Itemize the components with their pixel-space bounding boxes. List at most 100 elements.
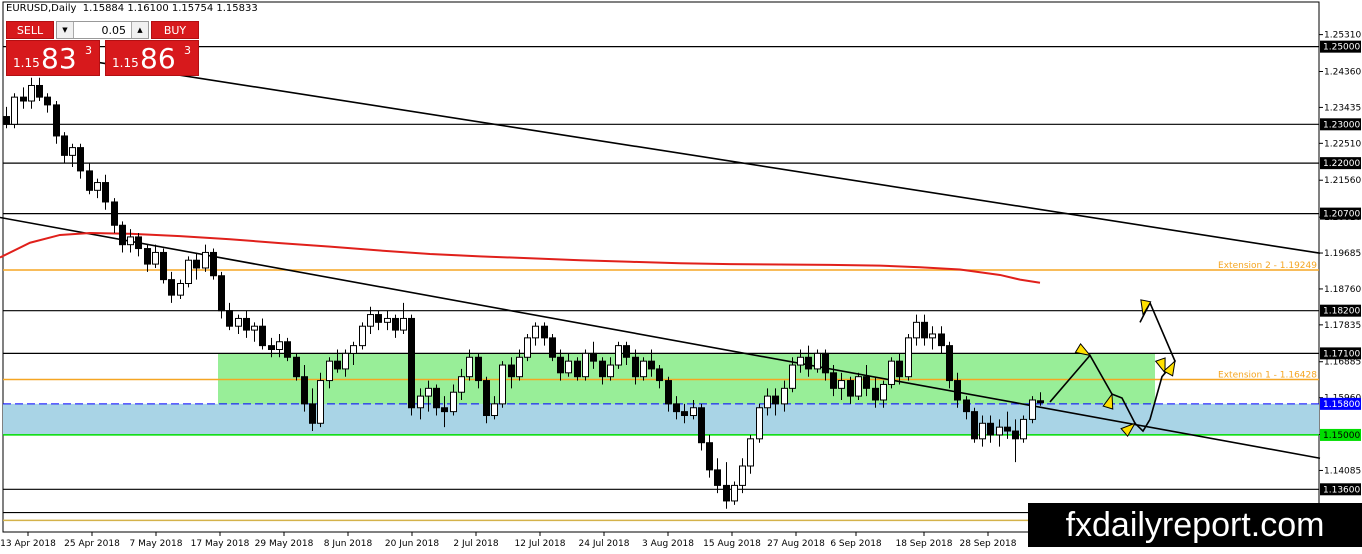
candle-body <box>475 356 482 382</box>
candle-body <box>202 251 209 269</box>
time-tick-label: 15 Aug 2018 <box>703 539 761 549</box>
candle-body <box>1012 430 1019 440</box>
candle-body <box>590 352 597 362</box>
candle-body <box>896 360 903 378</box>
candle-body <box>28 84 35 102</box>
candle-body <box>218 275 225 312</box>
candle-body <box>905 337 912 378</box>
candle-body <box>193 259 200 269</box>
candle-body <box>342 352 349 370</box>
candle-body <box>946 345 953 382</box>
candle-body <box>160 251 167 281</box>
candle-body <box>417 395 424 409</box>
candle-body <box>838 380 845 389</box>
candle-body <box>36 84 43 98</box>
candle-body <box>441 407 448 413</box>
candle-body <box>822 352 829 374</box>
plot-frame <box>2 1 1320 533</box>
price-axis: 1.253101.243601.234351.225101.215601.206… <box>1319 31 1361 519</box>
candle-body <box>284 341 291 358</box>
candle-body <box>135 236 142 250</box>
candle-body <box>888 360 895 385</box>
time-tick-label: 2 Jul 2018 <box>453 539 498 549</box>
time-tick-label: 24 Jul 2018 <box>579 539 630 549</box>
time-tick-label: 7 May 2018 <box>130 539 183 549</box>
candle-body <box>632 356 639 378</box>
candle-body <box>863 376 870 389</box>
candle-body <box>797 356 804 366</box>
candle-body <box>69 147 76 156</box>
candle-body <box>739 465 746 486</box>
candle-body <box>111 201 118 226</box>
candle-body <box>987 422 994 436</box>
candle-body <box>127 236 134 246</box>
watermark: fxdailyreport.com <box>1028 503 1362 547</box>
time-tick-label: 29 May 2018 <box>255 539 314 549</box>
candle-body <box>317 380 324 424</box>
price-tag-label: 1.17100 <box>1323 349 1360 359</box>
candle-body <box>714 469 721 486</box>
extension-label: Extension 2 - 1.19249 <box>1218 261 1317 271</box>
sell-quote[interactable]: 1.15 83 3 <box>6 40 100 76</box>
buy-button[interactable]: BUY <box>151 21 199 39</box>
lot-decrease-icon[interactable]: ▼ <box>57 22 74 38</box>
candle-body <box>499 364 506 405</box>
candle-body <box>673 403 680 413</box>
candle-body <box>665 380 672 405</box>
candle-body <box>847 380 854 397</box>
lot-increase-icon[interactable]: ▲ <box>131 22 148 38</box>
candle-body <box>913 321 920 339</box>
symbol-label: EURUSD,Daily <box>6 3 77 14</box>
candle-body <box>44 96 51 106</box>
candle-body <box>872 387 879 401</box>
candle-body <box>880 383 887 401</box>
price-tag-label: 1.23000 <box>1323 120 1360 130</box>
buy-quote[interactable]: 1.15 86 3 <box>105 40 199 76</box>
candle-body <box>855 376 862 397</box>
time-tick-label: 27 Aug 2018 <box>767 539 825 549</box>
candle-body <box>400 317 407 331</box>
candle-body <box>648 360 655 370</box>
candle-body <box>1004 426 1011 432</box>
time-tick-label: 17 May 2018 <box>191 539 250 549</box>
candle-body <box>425 387 432 397</box>
buy-price-main: 86 <box>140 42 176 75</box>
one-click-trading-panel: SELL ▼ ▲ BUY 1.15 83 3 1.15 86 3 <box>6 21 199 76</box>
candle-body <box>350 345 357 354</box>
candle-body <box>53 104 60 137</box>
candle-body <box>996 426 1003 436</box>
candle-body <box>805 356 812 370</box>
time-tick-label: 28 Sep 2018 <box>959 539 1016 549</box>
sell-price-pip: 3 <box>85 44 92 57</box>
price-chart[interactable]: Extension 2 - 1.19249 Extension 1 - 1.164… <box>0 0 1362 554</box>
time-axis: 13 Apr 2018 25 Apr 2018 7 May 2018 17 May 2… <box>0 532 1017 549</box>
lot-size-input[interactable] <box>75 22 130 38</box>
candle-body <box>359 325 366 347</box>
candle-body <box>963 399 970 413</box>
candle-body <box>516 356 523 378</box>
candle-body <box>152 251 159 265</box>
price-tick-label: 1.21560 <box>1324 176 1361 186</box>
candle-body <box>11 96 18 125</box>
candle-body <box>301 376 308 405</box>
price-tag-label: 1.20700 <box>1323 210 1360 220</box>
candle-body <box>226 310 233 327</box>
candle-body <box>433 387 440 409</box>
candle-body <box>723 484 730 502</box>
candle-body <box>557 356 564 374</box>
candle-body <box>392 317 399 331</box>
candle-body <box>3 116 10 125</box>
time-tick-label: 12 Jul 2018 <box>515 539 566 549</box>
time-tick-label: 20 Jun 2018 <box>385 539 439 549</box>
buy-price-pip: 3 <box>184 44 191 57</box>
candle-body <box>731 484 738 502</box>
candle-body <box>954 380 961 401</box>
sell-button[interactable]: SELL <box>6 21 54 39</box>
price-tag-label: 1.15000 <box>1323 431 1360 441</box>
candle-body <box>268 345 275 351</box>
time-tick-label: 6 Sep 2018 <box>830 539 882 549</box>
extension-label: Extension 1 - 1.16428 <box>1218 370 1317 380</box>
candle-body <box>656 368 663 382</box>
candle-body <box>326 360 333 382</box>
price-tag-label: 1.25000 <box>1323 43 1360 53</box>
